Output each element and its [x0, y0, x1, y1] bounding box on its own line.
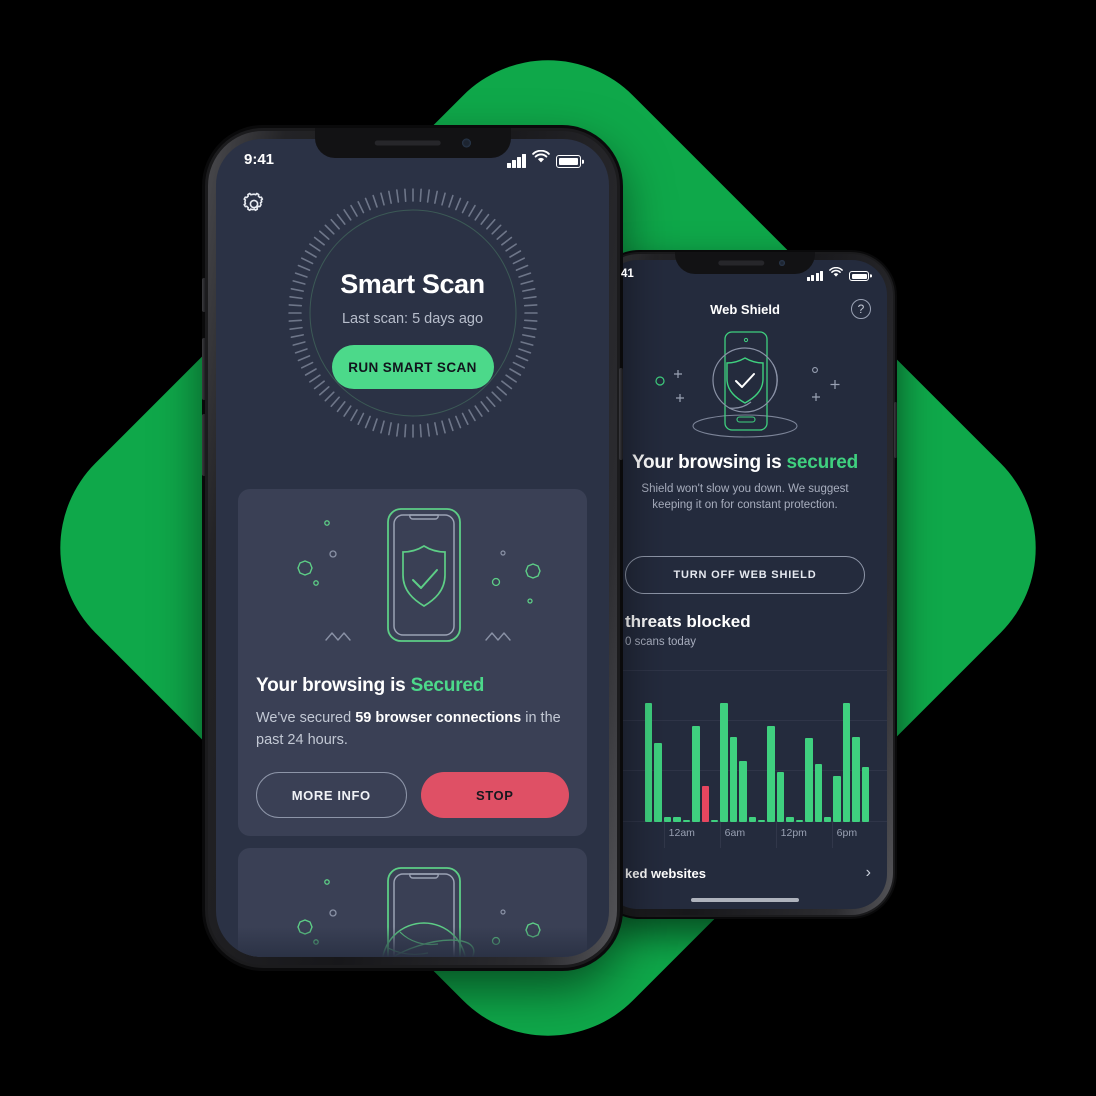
web-shield-title: Web Shield [710, 301, 780, 317]
body-prefix: We've secured [256, 710, 356, 726]
chart-bar [729, 736, 738, 822]
back-phone-power-button[interactable] [894, 402, 897, 458]
threats-bar-chart: 12am 6am 12pm 6pm [603, 670, 887, 860]
question-circle-icon[interactable]: ? [851, 299, 871, 319]
chart-tick-label: 6pm [836, 827, 858, 839]
back-phone-notch [675, 252, 815, 274]
scans-today-count: 0 scans today [625, 636, 696, 648]
chart-bar [805, 738, 813, 822]
chart-bar [720, 703, 728, 822]
threats-stats: threats blocked 0 scans today [625, 612, 865, 648]
web-shield-headline: Your browsing is secured [603, 452, 887, 474]
back-phone-device: 41 Web Shield ? Your browsing is secured… [595, 252, 897, 917]
web-shield-subtitle: Shield won't slow you down. We suggest k… [641, 483, 849, 511]
chart-bar [645, 703, 653, 822]
chart-tick-label: 12pm [780, 827, 807, 839]
card-headline: Your browsing is Secured [256, 675, 569, 697]
front-phone-notch [314, 128, 511, 158]
front-status-time: 9:41 [244, 150, 275, 168]
phone-shield-check-illustration [238, 501, 587, 649]
headline-prefix: Your browsing is [631, 452, 787, 473]
web-shield-card: Your browsing is Secured We've secured 5… [238, 489, 587, 836]
card-actions: MORE INFO STOP [256, 772, 569, 818]
threats-blocked-count: threats blocked [625, 612, 751, 631]
earpiece-speaker [374, 140, 441, 146]
chart-bar [701, 785, 709, 822]
chart-bar [776, 771, 785, 822]
chart-tick [663, 822, 665, 848]
chart-tick-label: 6am [724, 827, 746, 839]
chart-bar [842, 703, 851, 822]
phone-shield-ring-illustration [603, 326, 887, 444]
headline-status: secured [786, 452, 859, 473]
power-button[interactable] [619, 368, 623, 460]
chart-tick [831, 822, 833, 848]
mockup-stage: 41 Web Shield ? Your browsing is secured… [0, 0, 1096, 1096]
stop-button[interactable]: STOP [420, 772, 569, 818]
chart-bar [692, 726, 700, 822]
volume-down-button[interactable] [202, 414, 206, 476]
page-title: Smart Scan [340, 269, 485, 299]
turn-off-web-shield-button[interactable]: TURN OFF WEB SHIELD [625, 556, 865, 594]
wifi-icon [829, 266, 843, 281]
scroll-fade [216, 927, 609, 957]
back-status-icons [806, 266, 869, 281]
run-smart-scan-button[interactable]: RUN SMART SCAN [331, 345, 494, 389]
home-indicator [691, 898, 799, 902]
last-scan-label: Last scan: 5 days ago [341, 311, 484, 327]
cellular-bars-icon [507, 154, 526, 168]
front-camera [779, 260, 785, 266]
back-status-time: 41 [621, 268, 634, 280]
gear-icon[interactable] [241, 191, 267, 217]
more-info-button[interactable]: MORE INFO [256, 772, 407, 818]
front-phone-screen: 9:41 Smart Scan Last scan: 5 days ago RU… [216, 139, 609, 957]
chart-tick [775, 822, 777, 848]
card-headline-status: Secured [410, 675, 485, 696]
chart-x-axis: 12am 6am 12pm 6pm [645, 822, 869, 848]
chart-bar [814, 764, 823, 822]
chevron-right-icon: › [865, 864, 871, 881]
front-camera [461, 138, 471, 148]
mute-switch[interactable] [202, 278, 206, 312]
chart-bar [861, 767, 870, 822]
blocked-websites-row[interactable]: ked websites › [625, 859, 871, 887]
web-shield-header: Web Shield ? [603, 292, 887, 326]
chart-bar [739, 761, 747, 822]
chart-tick [719, 822, 721, 848]
chart-bar [833, 776, 841, 822]
chart-tick-label: 12am [668, 827, 695, 839]
back-phone-screen: 41 Web Shield ? Your browsing is secured… [603, 260, 887, 909]
cellular-bars-icon [806, 271, 823, 281]
wifi-icon [532, 149, 550, 168]
card-headline-prefix: Your browsing is [256, 675, 411, 696]
body-highlight: 59 browser connections [355, 710, 522, 726]
chart-bars [645, 670, 870, 822]
battery-icon [556, 155, 581, 168]
card-body-text: We've secured 59 browser connections in … [256, 707, 573, 752]
chart-bar [767, 726, 775, 822]
blocked-websites-label: ked websites [625, 865, 706, 881]
chart-bar [852, 736, 860, 822]
volume-up-button[interactable] [202, 338, 206, 400]
battery-icon [849, 271, 869, 281]
front-phone-device: 9:41 Smart Scan Last scan: 5 days ago RU… [202, 128, 623, 968]
earpiece-speaker [718, 260, 765, 266]
chart-bar [654, 742, 662, 822]
front-status-icons [507, 149, 581, 168]
